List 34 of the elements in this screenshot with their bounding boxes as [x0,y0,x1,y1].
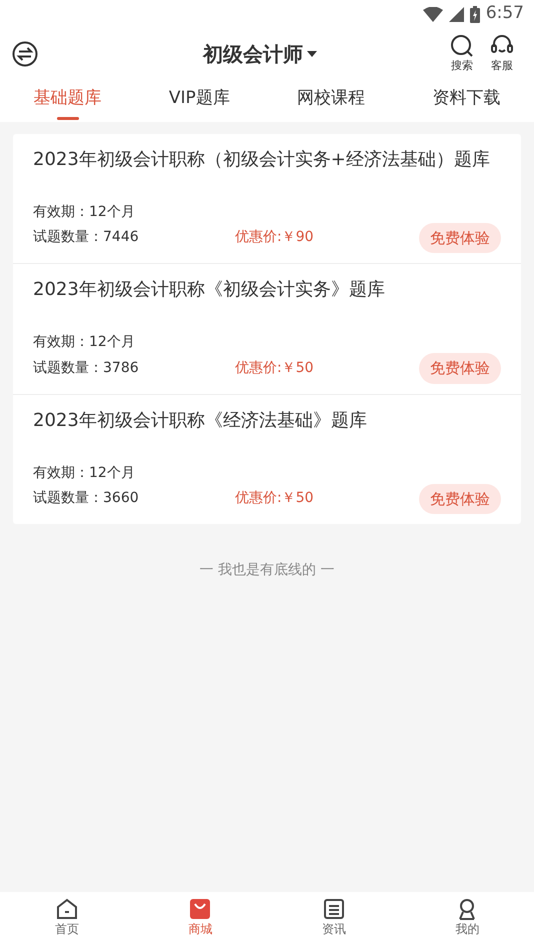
price-text: 优惠价:￥50 [235,489,315,508]
switch-icon[interactable] [12,41,38,67]
tab[interactable]: 基础题库 [34,80,102,122]
caret-icon[interactable] [307,51,317,57]
nav-tab[interactable]: 首页 [26,892,107,948]
bank-title[interactable]: 2023年初级会计职称《经济法基础》题库 [33,408,501,454]
question-count: 试题数量：7446 [33,228,140,248]
validity-text: 有效期：12个月 [33,333,136,352]
home-icon [56,898,78,920]
validity-text: 有效期：12个月 [33,202,136,222]
search-icon [450,34,474,58]
signal-icon [448,6,464,22]
nav-tab[interactable]: 商城 [160,892,240,948]
wifi-icon [422,6,443,22]
page-title[interactable]: 初级会计师 [203,39,303,69]
search-button[interactable]: 搜索 [442,34,482,74]
price-text: 优惠价:￥90 [235,228,315,248]
question-count: 试题数量：3786 [33,358,140,378]
tab[interactable]: VIP题库 [168,80,230,122]
bank-title[interactable]: 2023年初级会计职称《初级会计实务》题库 [33,278,501,324]
document-icon [322,898,345,920]
nav-tab[interactable]: 资讯 [294,892,374,948]
service-button[interactable]: 客服 [482,34,522,74]
tab[interactable]: 网校课程 [297,80,366,122]
tab[interactable]: 资料下载 [432,80,500,122]
battery-icon [470,6,480,22]
question-count: 试题数量：3660 [33,489,140,508]
nav-tab[interactable]: 我的 [427,892,508,948]
shopping-bag-icon [189,898,212,920]
status-time: 6:57 [486,2,524,26]
validity-text: 有效期：12个月 [33,464,136,482]
end-note: 一 我也是有底线的 一 [198,561,336,580]
price-text: 优惠价:￥50 [235,358,315,378]
bank-title[interactable]: 2023年初级会计职称（初级会计实务+经济法基础）题库 [33,148,501,194]
